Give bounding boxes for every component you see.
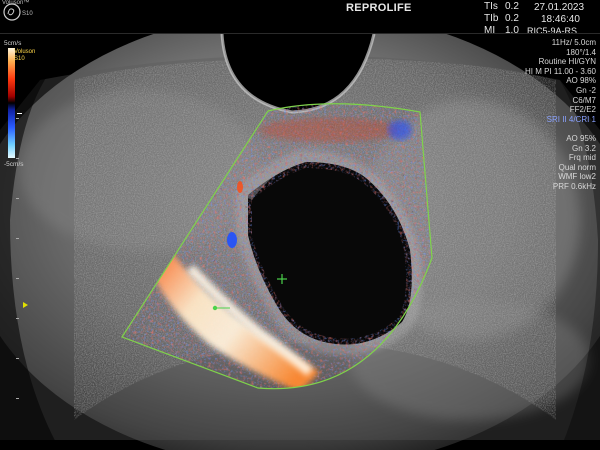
param-gain-bmode: Gn -2	[575, 85, 596, 95]
param-gain-color: Gn 3.2	[571, 143, 596, 153]
color-mode-brand: Voluson	[14, 49, 36, 55]
tis-value: 0.2	[505, 1, 519, 12]
parameter-panel: 11Hz/ 5.0cm 180°/1.4 Routine HI/GYN HI M…	[496, 38, 596, 192]
param-angle: 180°/1.4	[566, 47, 596, 57]
exam-date: 27.01.2023	[534, 2, 585, 13]
param-filter: FF2/E2	[569, 105, 596, 115]
param-wall-filter: WMF low2	[558, 172, 596, 182]
depth-tick	[16, 318, 19, 319]
param-frequency: Frq mid	[568, 153, 596, 163]
color-scale-bar	[8, 48, 15, 158]
header-bar: Voluson™ S10 REPROLIFE TIs 0.2 TIb 0.2 M…	[0, 0, 600, 36]
focus-marker-icon[interactable]	[23, 302, 28, 308]
depth-tick	[16, 278, 19, 279]
mi-label: MI	[484, 25, 496, 36]
color-scale-top-label: 5cm/s	[4, 40, 22, 47]
depth-tick	[16, 238, 19, 239]
color-scale-baseline	[17, 113, 22, 114]
depth-tick	[16, 358, 19, 359]
param-preset: Routine HI/GYN	[538, 57, 596, 67]
depth-tick	[16, 398, 19, 399]
mi-value: 1.0	[505, 25, 519, 36]
depth-tick	[16, 198, 19, 199]
probe-name: RIC5-9A-RS	[527, 26, 578, 36]
param-sri: SRI II 4/CRI 1	[546, 114, 596, 124]
brand-model: S10	[22, 11, 33, 17]
color-mode-label: Voluson S10	[14, 49, 35, 62]
header-divider	[0, 33, 600, 34]
param-map: C6/M7	[572, 95, 596, 105]
color-mode-model: S10	[14, 55, 25, 62]
institution-name: REPROLIFE	[346, 2, 412, 14]
param-quality: Qual norm	[558, 162, 596, 172]
tis-label: TIs	[484, 1, 498, 12]
param-prf: PRF 0.6kHz	[552, 181, 596, 191]
param-frame-depth: 11Hz/ 5.0cm	[551, 38, 596, 47]
tib-label: TIb	[484, 13, 499, 24]
param-ao-bmode: AO 98%	[566, 76, 596, 86]
ultrasound-screen: 5cm/s -5cm/s Voluson S10 Voluson™ S10 RE…	[0, 0, 600, 450]
brand-name: Voluson™	[2, 0, 30, 6]
tib-value: 0.2	[505, 13, 519, 24]
param-ao-color: AO 95%	[566, 133, 596, 143]
param-harmonic: HI M PI 11.00 - 3.60	[525, 66, 596, 76]
color-scale-bottom-label: -5cm/s	[4, 161, 24, 168]
param-spacer	[496, 124, 596, 134]
exam-time: 18:46:40	[541, 14, 580, 25]
